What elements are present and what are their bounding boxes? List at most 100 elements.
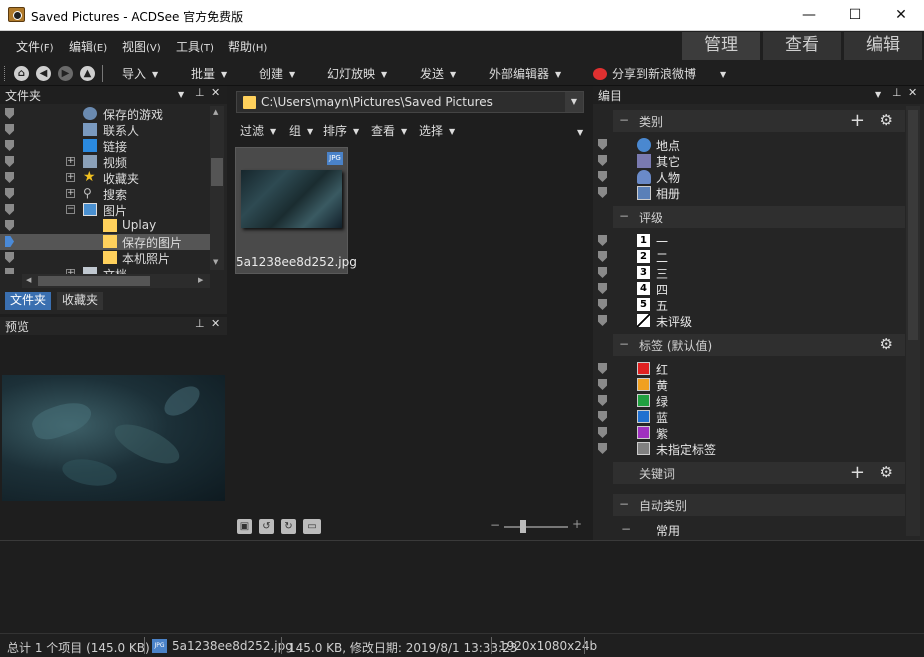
ratings-section-header[interactable]: − 评级 [613, 206, 905, 228]
expand-icon[interactable]: + [66, 173, 75, 182]
pin-icon[interactable]: ⊥ [195, 317, 205, 330]
rotate-left-icon[interactable]: ↺ [259, 519, 274, 534]
create-button[interactable]: 创建 ▼ [259, 65, 295, 82]
gear-icon[interactable]: ⚙ [880, 111, 893, 129]
scroll-up-icon[interactable]: ▲ [213, 108, 218, 116]
tree-item-saved-games[interactable]: 保存的游戏 [0, 106, 210, 122]
collapse-icon[interactable]: − [66, 205, 75, 214]
external-editor-button[interactable]: 外部编辑器 ▼ [489, 65, 561, 82]
category-people[interactable]: 人物 [593, 169, 903, 185]
select-button[interactable]: 选择 ▼ [419, 122, 455, 139]
collapse-icon[interactable]: − [621, 522, 631, 536]
mode-view-tab[interactable]: 查看 [763, 32, 841, 60]
rating-4[interactable]: 4四 [593, 281, 903, 297]
add-icon[interactable]: + [850, 110, 865, 131]
label-red[interactable]: 红 [593, 361, 903, 377]
label-unassigned[interactable]: 未指定标签 [593, 441, 903, 457]
collapse-icon[interactable]: − [619, 210, 629, 222]
label-green[interactable]: 绿 [593, 393, 903, 409]
rating-2[interactable]: 2二 [593, 249, 903, 265]
home-icon[interactable]: ⌂ [14, 66, 29, 81]
tree-item-contacts[interactable]: 联系人 [0, 122, 210, 138]
mode-manage-tab[interactable]: 管理 [682, 32, 760, 60]
tree-item-uplay[interactable]: Uplay [0, 218, 210, 234]
compare-icon[interactable]: ▭ [303, 519, 321, 534]
zoom-out-icon[interactable]: − [490, 518, 500, 532]
tree-item-videos[interactable]: + 视频 [0, 154, 210, 170]
label-yellow[interactable]: 黄 [593, 377, 903, 393]
panel-menu-icon[interactable]: ▼ [875, 90, 881, 99]
keywords-section-header[interactable]: 关键词 + ⚙ [613, 462, 905, 484]
minimize-button[interactable]: — [786, 0, 832, 31]
gear-icon[interactable]: ⚙ [880, 335, 893, 353]
folder-tree-vscrollbar[interactable]: ▲ ▼ [210, 106, 224, 270]
category-other[interactable]: 其它 [593, 153, 903, 169]
panel-close-icon[interactable]: ✕ [211, 86, 220, 99]
hscroll-thumb[interactable] [38, 276, 150, 286]
mode-edit-tab[interactable]: 编辑 [844, 32, 922, 60]
path-bar[interactable]: C:\Users\mayn\Pictures\Saved Pictures ▼ [236, 91, 584, 113]
tree-item-links[interactable]: 链接 [0, 138, 210, 154]
tab-folders[interactable]: 文件夹 [5, 292, 52, 310]
menu-tools[interactable]: 工具(T) [176, 38, 214, 55]
scroll-left-icon[interactable]: ◀ [26, 276, 31, 284]
panel-close-icon[interactable]: ✕ [908, 86, 917, 99]
sort-button[interactable]: 排序 ▼ [323, 122, 359, 139]
image-basket-icon[interactable]: ▣ [237, 519, 252, 534]
category-albums[interactable]: 相册 [593, 185, 903, 201]
rating-3[interactable]: 3三 [593, 265, 903, 281]
rotate-right-icon[interactable]: ↻ [281, 519, 296, 534]
menu-view[interactable]: 视图(V) [122, 38, 161, 55]
zoom-in-icon[interactable]: + [572, 517, 582, 531]
toolbar-overflow-icon[interactable]: ▼ [720, 70, 726, 79]
labels-section-header[interactable]: − 标签 (默认值) ⚙ [613, 334, 905, 356]
filter-button[interactable]: 过滤 ▼ [240, 122, 276, 139]
menu-file[interactable]: 文件(F) [16, 38, 54, 55]
rating-1[interactable]: 1一 [593, 233, 903, 249]
tree-item-searches[interactable]: + ⚲ 搜索 [0, 186, 210, 202]
forward-icon[interactable]: ▶ [58, 66, 73, 81]
toolbar-grip[interactable] [4, 66, 7, 81]
group-button[interactable]: 组 ▼ [289, 122, 313, 139]
tree-item-saved-pictures[interactable]: 保存的图片 [0, 234, 210, 250]
auto-categories-section-header[interactable]: − 自动类别 [613, 494, 905, 516]
tree-item-pictures[interactable]: − 图片 [0, 202, 210, 218]
zoom-slider-track[interactable] [504, 526, 568, 528]
tree-item-documents[interactable]: +文档 [0, 266, 210, 274]
view-button[interactable]: 查看 ▼ [371, 122, 407, 139]
slideshow-button[interactable]: 幻灯放映 ▼ [327, 65, 387, 82]
scroll-thumb[interactable] [211, 158, 223, 186]
scroll-right-icon[interactable]: ▶ [198, 276, 203, 284]
add-icon[interactable]: + [850, 462, 865, 483]
pin-icon[interactable]: ⊥ [892, 86, 902, 99]
tree-item-camera-roll[interactable]: 本机照片 [0, 250, 210, 266]
share-weibo-button[interactable]: 分享到新浪微博 [612, 65, 696, 82]
rating-unrated[interactable]: 未评级 [593, 313, 903, 329]
gear-icon[interactable]: ⚙ [880, 463, 893, 481]
expand-icon[interactable]: + [66, 157, 75, 166]
maximize-button[interactable]: ☐ [832, 0, 878, 31]
scroll-down-icon[interactable]: ▼ [213, 258, 218, 266]
category-places[interactable]: 地点 [593, 137, 903, 153]
folder-tree-hscrollbar[interactable]: ◀ ▶ [22, 274, 210, 288]
batch-button[interactable]: 批量 ▼ [191, 65, 227, 82]
collapse-icon[interactable]: − [619, 498, 629, 510]
expand-icon[interactable]: + [66, 189, 75, 198]
rating-5[interactable]: 5五 [593, 297, 903, 313]
scroll-thumb[interactable] [908, 110, 918, 340]
label-purple[interactable]: 紫 [593, 425, 903, 441]
up-icon[interactable]: ▲ [80, 66, 95, 81]
pin-icon[interactable]: ⊥ [195, 86, 205, 99]
send-button[interactable]: 发送 ▼ [420, 65, 456, 82]
back-icon[interactable]: ◀ [36, 66, 51, 81]
file-thumbnail[interactable]: JPG 5a1238ee8d252.jpg [235, 147, 357, 274]
path-dropdown-icon[interactable]: ▼ [565, 92, 583, 112]
import-button[interactable]: 导入 ▼ [122, 65, 158, 82]
tab-favorites[interactable]: 收藏夹 [57, 292, 104, 310]
menu-help[interactable]: 帮助(H) [228, 38, 267, 55]
close-button[interactable]: ✕ [878, 0, 924, 31]
collapse-icon[interactable]: − [619, 338, 629, 350]
zoom-slider-handle[interactable] [520, 520, 526, 533]
filter-overflow-icon[interactable]: ▼ [577, 128, 583, 137]
categories-section-header[interactable]: − 类别 + ⚙ [613, 110, 905, 132]
